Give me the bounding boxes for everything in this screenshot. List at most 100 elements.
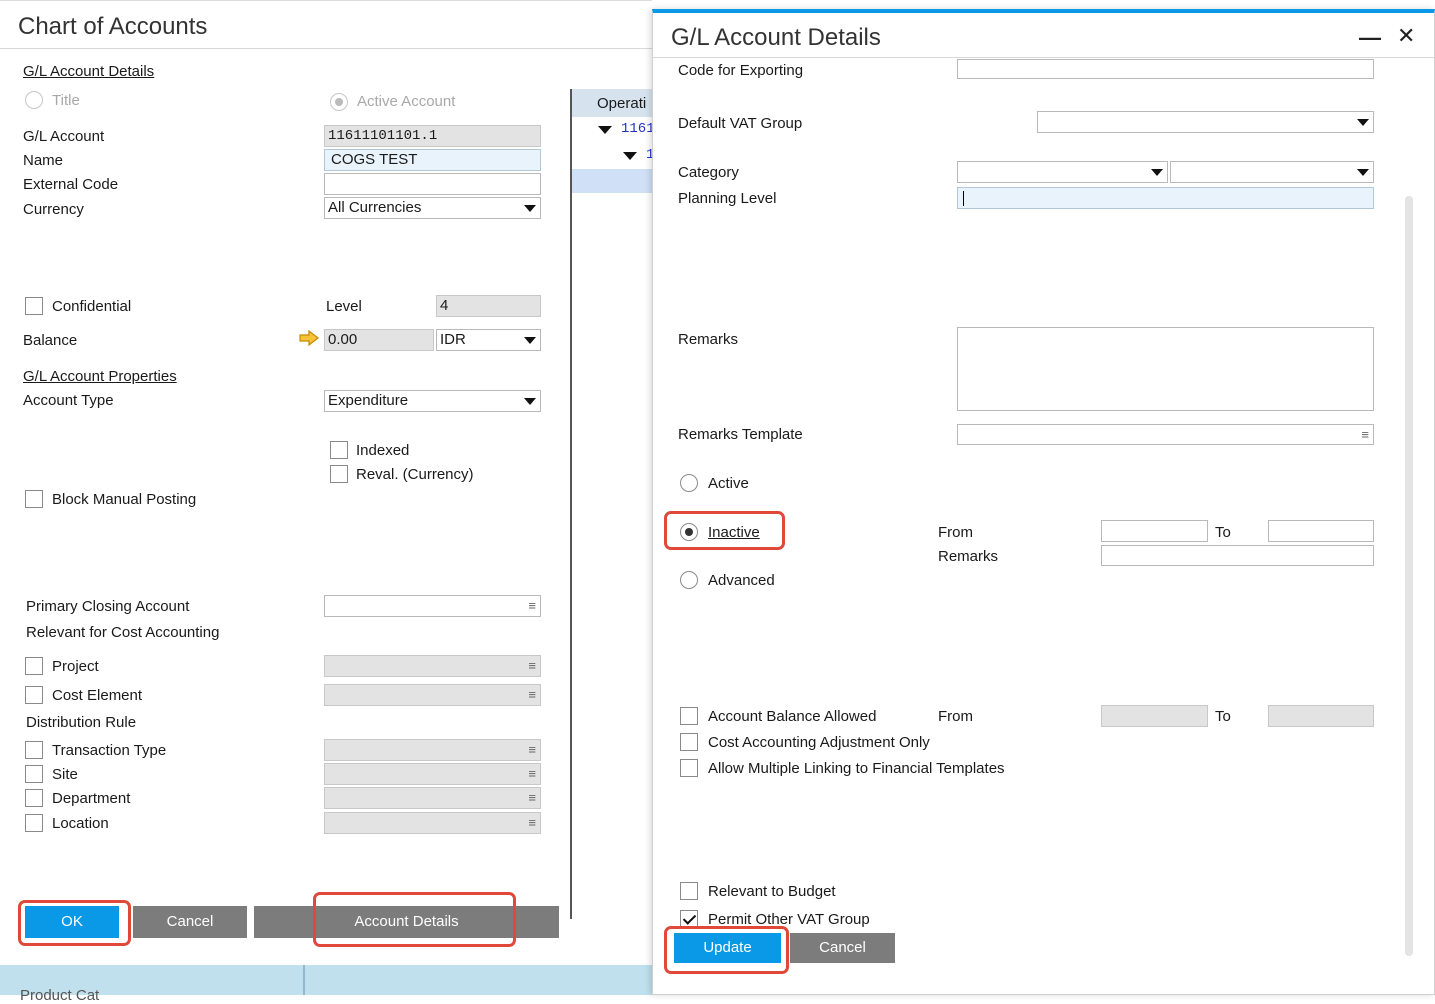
expand-arrow-icon[interactable]	[623, 152, 637, 160]
currency-value: All Currencies	[328, 199, 422, 216]
default-vat-dropdown[interactable]	[1037, 111, 1374, 133]
balance-label: Balance	[23, 332, 78, 349]
tree-header-label: Operati	[597, 95, 647, 112]
ok-button[interactable]: OK	[25, 906, 119, 938]
title-radio[interactable]	[25, 91, 43, 109]
location-checkbox[interactable]	[25, 814, 43, 832]
inactive-remarks-field[interactable]	[1101, 545, 1374, 566]
remarks-textarea[interactable]	[957, 327, 1374, 411]
site-field[interactable]: ≡	[324, 763, 541, 785]
inactive-from-field[interactable]	[1101, 520, 1208, 542]
currency-dropdown[interactable]: All Currencies	[324, 197, 541, 219]
block-manual-posting-label: Block Manual Posting	[52, 491, 197, 508]
arrow-right-icon[interactable]	[299, 329, 319, 347]
indexed-checkbox[interactable]	[330, 441, 348, 459]
gl-account-details-dialog: G/L Account Details — ✕ Code for Exporti…	[652, 9, 1435, 995]
account-type-dropdown[interactable]: Expenditure	[324, 390, 541, 412]
permit-vat-label: Permit Other VAT Group	[708, 911, 870, 928]
chevron-down-icon	[1357, 169, 1369, 176]
level-field[interactable]: 4	[436, 295, 541, 317]
name-field[interactable]: COGS TEST	[324, 149, 541, 171]
list-icon[interactable]: ≡	[528, 767, 536, 781]
department-checkbox[interactable]	[25, 789, 43, 807]
balance-to-field	[1268, 705, 1374, 727]
inactive-to-field[interactable]	[1268, 520, 1374, 542]
chevron-down-icon	[524, 205, 536, 212]
account-details-button[interactable]: Account Details	[254, 906, 559, 938]
project-checkbox[interactable]	[25, 657, 43, 675]
confidential-label: Confidential	[52, 298, 132, 315]
gl-account-properties-link[interactable]: G/L Account Properties	[23, 368, 177, 385]
minimize-button[interactable]: —	[1359, 25, 1381, 51]
tree-header: Operati	[572, 89, 654, 117]
external-code-field[interactable]	[324, 173, 541, 195]
remarks-template-field[interactable]: ≡	[957, 424, 1374, 445]
relevant-budget-checkbox[interactable]	[680, 882, 698, 900]
text-cursor	[963, 191, 964, 206]
balance-to-label: To	[1215, 708, 1231, 725]
list-icon[interactable]: ≡	[528, 791, 536, 805]
update-button[interactable]: Update	[674, 933, 781, 963]
tree-row-1[interactable]: 1161	[621, 121, 655, 137]
gl-account-label: G/L Account	[23, 128, 105, 145]
category-dropdown-2[interactable]	[1170, 161, 1374, 183]
external-code-label: External Code	[23, 176, 119, 193]
cost-element-checkbox[interactable]	[25, 686, 43, 704]
primary-closing-field[interactable]: ≡	[324, 595, 541, 617]
cost-adjustment-checkbox[interactable]	[680, 733, 698, 751]
title-radio-label: Title	[52, 92, 80, 109]
chevron-down-icon	[1151, 169, 1163, 176]
list-icon[interactable]: ≡	[528, 659, 536, 673]
list-icon[interactable]: ≡	[1361, 428, 1369, 442]
title-divider	[0, 48, 652, 49]
balance-currency-dropdown[interactable]: IDR	[436, 329, 541, 351]
background-window-strip: Product Cat	[0, 965, 652, 1004]
category-dropdown-1[interactable]	[957, 161, 1168, 183]
project-field[interactable]: ≡	[324, 655, 541, 677]
gl-account-details-link[interactable]: G/L Account Details	[23, 63, 154, 80]
location-field[interactable]: ≡	[324, 812, 541, 834]
inactive-radio[interactable]	[680, 523, 698, 541]
remarks-label: Remarks	[678, 331, 739, 348]
dialog-title: G/L Account Details	[671, 24, 881, 51]
inactive-radio-label: Inactive	[708, 524, 760, 541]
account-balance-allowed-checkbox[interactable]	[680, 707, 698, 725]
active-account-radio[interactable]	[330, 93, 348, 111]
chart-of-accounts-window: Chart of Accounts G/L Account Details Ti…	[0, 0, 655, 965]
advanced-radio[interactable]	[680, 571, 698, 589]
code-export-label: Code for Exporting	[678, 62, 804, 79]
vertical-scrollbar[interactable]	[1405, 196, 1413, 956]
planning-level-field[interactable]	[957, 187, 1374, 209]
multiple-linking-checkbox[interactable]	[680, 759, 698, 777]
active-radio[interactable]	[680, 474, 698, 492]
confidential-checkbox[interactable]	[25, 297, 43, 315]
cost-element-label: Cost Element	[52, 687, 143, 704]
block-manual-posting-checkbox[interactable]	[25, 490, 43, 508]
advanced-radio-label: Advanced	[708, 572, 775, 589]
list-icon[interactable]: ≡	[528, 599, 536, 613]
tree-selected-row[interactable]	[572, 169, 654, 193]
indexed-label: Indexed	[356, 442, 410, 459]
site-checkbox[interactable]	[25, 765, 43, 783]
transaction-type-field[interactable]: ≡	[324, 739, 541, 761]
close-button[interactable]: ✕	[1397, 23, 1415, 49]
active-account-radio-label: Active Account	[357, 93, 456, 110]
permit-vat-checkbox[interactable]	[680, 910, 698, 928]
department-field[interactable]: ≡	[324, 787, 541, 809]
expand-arrow-icon[interactable]	[598, 126, 612, 134]
inactive-from-label: From	[938, 524, 973, 541]
relevant-cost-label: Relevant for Cost Accounting	[26, 624, 220, 641]
list-icon[interactable]: ≡	[528, 688, 536, 702]
balance-from-field	[1101, 705, 1208, 727]
reval-currency-checkbox[interactable]	[330, 465, 348, 483]
reval-currency-label: Reval. (Currency)	[356, 466, 474, 483]
code-export-field[interactable]	[957, 59, 1374, 79]
dialog-cancel-button[interactable]: Cancel	[790, 933, 895, 963]
list-icon[interactable]: ≡	[528, 743, 536, 757]
cost-element-field[interactable]: ≡	[324, 684, 541, 706]
gl-account-field[interactable]: 11611101101.1	[324, 125, 541, 147]
cancel-button[interactable]: Cancel	[133, 906, 247, 938]
list-icon[interactable]: ≡	[528, 816, 536, 830]
transaction-type-checkbox[interactable]	[25, 741, 43, 759]
dialog-title-divider	[653, 57, 1434, 58]
